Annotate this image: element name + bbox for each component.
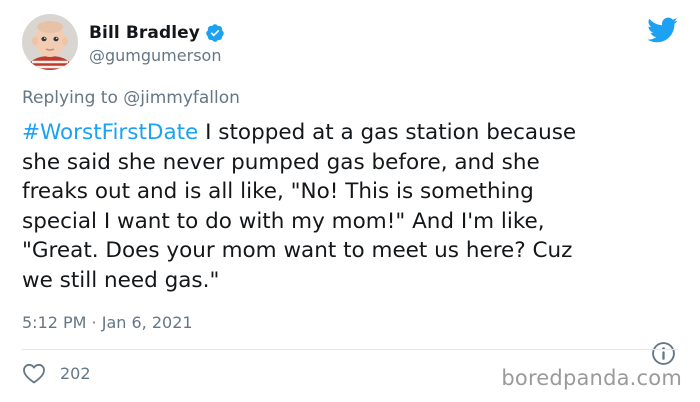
tweet-line: she said she never pumped gas before, an… <box>22 149 540 175</box>
replying-mention-link[interactable]: @jimmyfallon <box>123 88 240 108</box>
like-count: 202 <box>60 363 91 383</box>
tweet-line-text: I stopped at a gas station because <box>198 120 577 145</box>
tweet-line: "Great. Does your mom want to meet us he… <box>22 238 573 263</box>
like-button[interactable]: 202 <box>22 362 91 384</box>
watermark: boredpanda.com <box>501 366 682 390</box>
divider <box>22 349 678 350</box>
avatar[interactable] <box>22 14 78 70</box>
tweet-line: special I want to do with my mom!" And I… <box>22 208 545 234</box>
replying-to: Replying to @jimmyfallon <box>22 88 240 108</box>
name-row: Bill Bradley <box>89 22 225 44</box>
twitter-bird-icon[interactable] <box>646 16 678 44</box>
tweet-line: we still need gas." <box>22 267 220 293</box>
tweet-card: Bill Bradley @gumgumerson Replying to @j… <box>0 0 700 402</box>
tweet-timestamp[interactable]: 5:12 PM · Jan 6, 2021 <box>22 313 193 332</box>
display-name[interactable]: Bill Bradley <box>89 23 200 43</box>
user-handle[interactable]: @gumgumerson <box>89 46 221 65</box>
verified-badge-icon <box>205 23 225 43</box>
replying-prefix: Replying to <box>22 88 118 108</box>
tweet-line: freaks out and is all like, "No! This is… <box>22 179 534 204</box>
tweet-line: #WorstFirstDate I stopped at a gas stati… <box>22 118 682 148</box>
tweet-text: #WorstFirstDate I stopped at a gas stati… <box>22 118 682 295</box>
heart-icon[interactable] <box>22 362 46 384</box>
info-icon[interactable] <box>651 341 676 366</box>
hashtag-link[interactable]: #WorstFirstDate <box>22 120 198 145</box>
